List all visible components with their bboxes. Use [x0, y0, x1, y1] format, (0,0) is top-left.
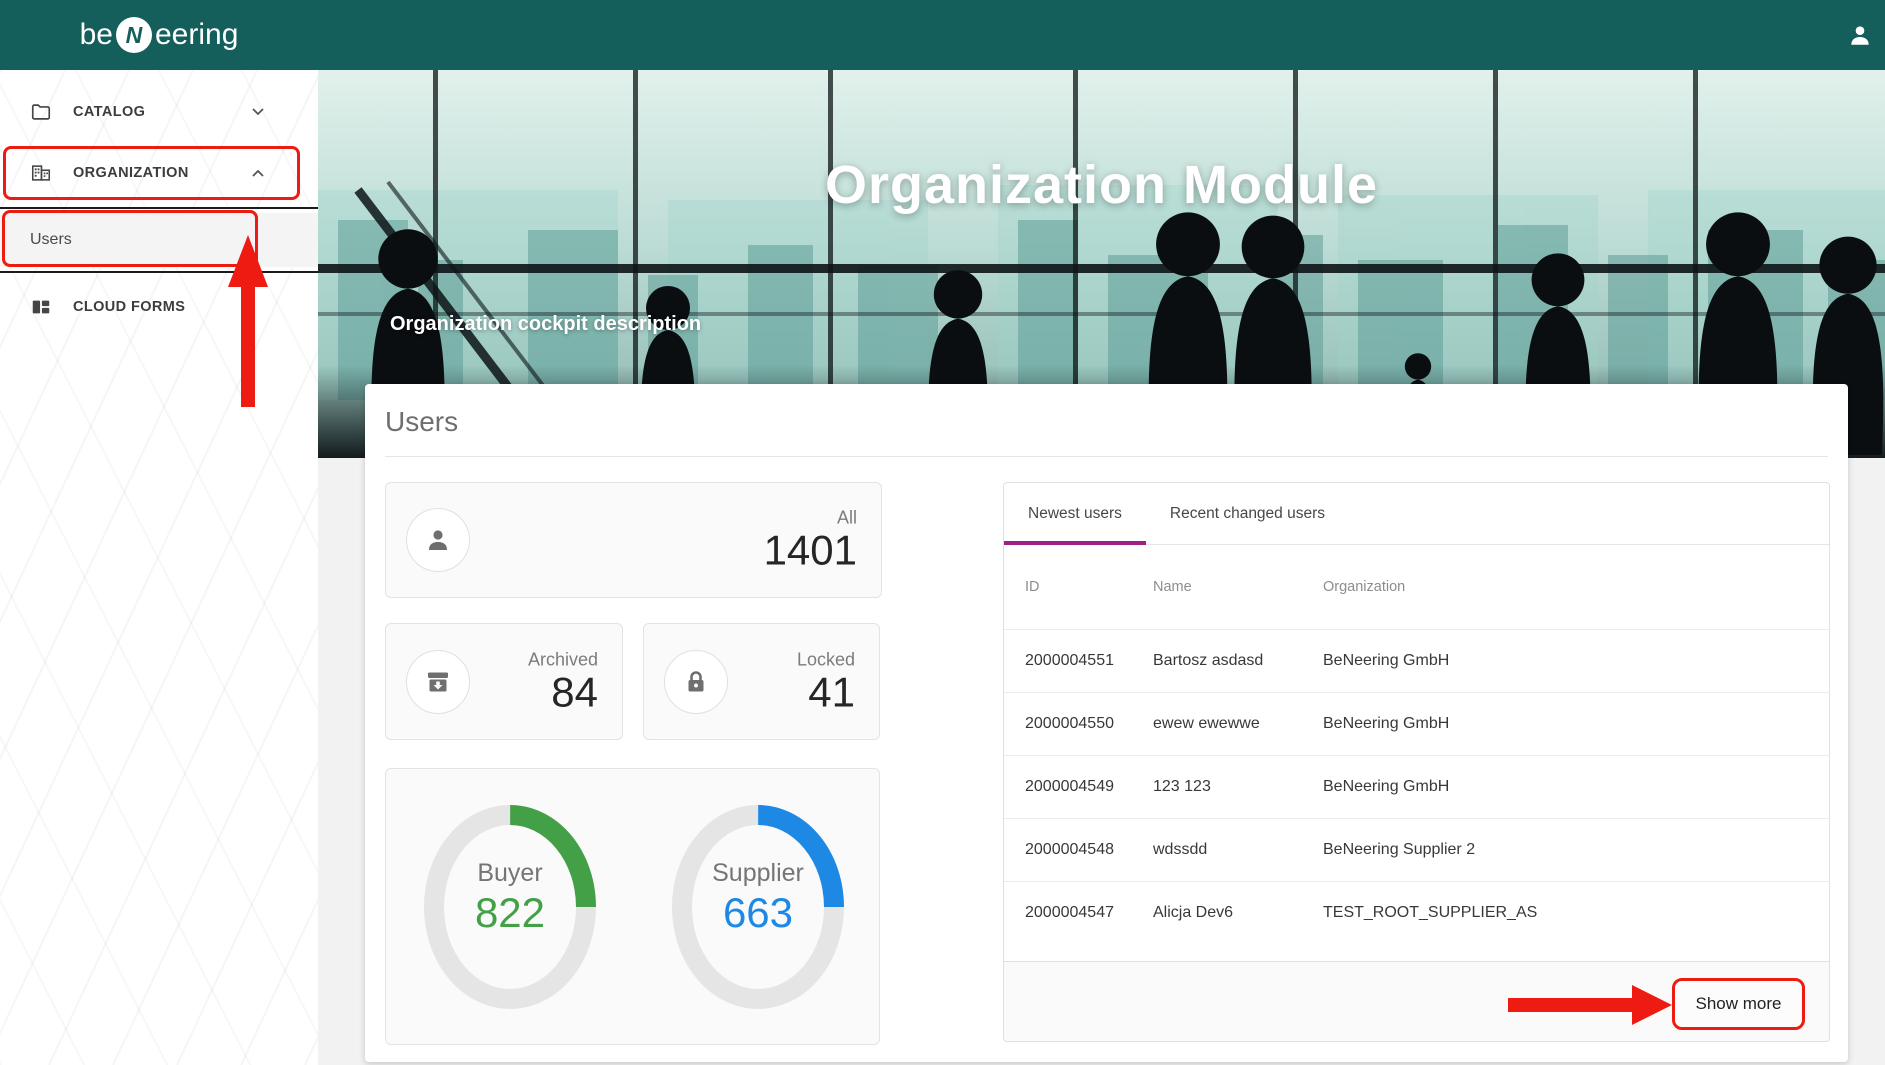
- person-icon: [406, 508, 470, 572]
- donut-label: Buyer: [410, 859, 610, 888]
- buyer-donut-chart: Buyer 822: [410, 797, 610, 1017]
- sidebar-item-cloud-forms[interactable]: CLOUD FORMS: [0, 285, 318, 329]
- supplier-donut-chart: Supplier 663: [658, 797, 858, 1017]
- column-header-organization: Organization: [1323, 579, 1829, 595]
- archive-icon: [406, 650, 470, 714]
- stat-value: 1401: [764, 528, 857, 572]
- donut-value: 822: [410, 889, 610, 937]
- cell-id: 2000004551: [1004, 652, 1153, 670]
- lock-icon: [664, 650, 728, 714]
- stat-label: Locked: [797, 649, 855, 670]
- cell-name: Alicja Dev6: [1153, 904, 1323, 922]
- stat-label: All: [764, 507, 857, 528]
- annotation-line-bottom: [0, 271, 318, 273]
- table-row[interactable]: 2000004551 Bartosz asdasd BeNeering GmbH: [1004, 629, 1829, 692]
- annotation-line-top: [0, 207, 318, 209]
- cell-organization: BeNeering GmbH: [1323, 778, 1829, 796]
- users-panel: Users All 1401 Archived 84: [365, 384, 1848, 1062]
- role-donut-charts-card: Buyer 822 Supplier 663: [385, 768, 880, 1045]
- cell-id: 2000004548: [1004, 841, 1153, 859]
- sidebar-item-label: CATALOG: [73, 104, 145, 120]
- cell-id: 2000004547: [1004, 904, 1153, 922]
- panel-divider: [385, 456, 1828, 457]
- show-more-button[interactable]: Show more: [1672, 978, 1805, 1030]
- logo-text-post: eering: [155, 18, 238, 52]
- tab-recent-changed-users[interactable]: Recent changed users: [1146, 483, 1349, 544]
- sidebar-item-label: ORGANIZATION: [73, 165, 189, 181]
- tab-newest-users[interactable]: Newest users: [1004, 483, 1146, 544]
- cell-organization: BeNeering Supplier 2: [1323, 841, 1829, 859]
- cell-id: 2000004550: [1004, 715, 1153, 733]
- beneering-logo[interactable]: be N eering: [0, 0, 318, 70]
- cell-name: 123 123: [1153, 778, 1323, 796]
- table-row[interactable]: 2000004549 123 123 BeNeering GmbH: [1004, 755, 1829, 818]
- cell-name: ewew ewewwe: [1153, 715, 1323, 733]
- cloud-forms-icon: [30, 296, 52, 318]
- cell-organization: BeNeering GmbH: [1323, 715, 1829, 733]
- table-header: ID Name Organization: [1004, 545, 1829, 629]
- hero-title: Organization Module: [318, 154, 1885, 216]
- table-row[interactable]: 2000004548 wdssdd BeNeering Supplier 2: [1004, 818, 1829, 881]
- donut-label: Supplier: [658, 859, 858, 888]
- users-table-panel: Newest users Recent changed users ID Nam…: [1003, 482, 1830, 1042]
- sidebar-item-label: Users: [30, 231, 72, 249]
- stat-value: 41: [797, 670, 855, 714]
- organization-building-icon: [30, 162, 52, 184]
- stat-card-locked: Locked 41: [643, 623, 880, 740]
- tab-bar: Newest users Recent changed users: [1004, 483, 1829, 545]
- logo-text-pre: be: [80, 18, 113, 52]
- cell-name: wdssdd: [1153, 841, 1323, 859]
- sidebar-item-catalog[interactable]: CATALOG: [0, 90, 318, 134]
- cell-organization: BeNeering GmbH: [1323, 652, 1829, 670]
- folder-icon: [30, 101, 52, 123]
- column-header-id: ID: [1004, 579, 1153, 595]
- panel-title: Users: [385, 406, 458, 438]
- cell-organization: TEST_ROOT_SUPPLIER_AS: [1323, 904, 1829, 922]
- stat-card-all: All 1401: [385, 482, 882, 598]
- sidebar-item-organization[interactable]: ORGANIZATION: [0, 151, 318, 195]
- sidebar-nav: CATALOG ORGANIZATION: [0, 70, 318, 1065]
- app-bar: be N eering: [0, 0, 1885, 70]
- chevron-up-icon: [252, 164, 264, 182]
- donut-value: 663: [658, 889, 858, 937]
- cell-id: 2000004549: [1004, 778, 1153, 796]
- sidebar-item-label: CLOUD FORMS: [73, 299, 185, 315]
- chevron-down-icon: [252, 103, 264, 121]
- table-row[interactable]: 2000004547 Alicja Dev6 TEST_ROOT_SUPPLIE…: [1004, 881, 1829, 944]
- account-icon[interactable]: [1847, 22, 1873, 48]
- sidebar-item-users[interactable]: Users: [0, 213, 318, 267]
- annotation-arrow-up: [228, 235, 268, 407]
- stat-card-archived: Archived 84: [385, 623, 623, 740]
- table-row[interactable]: 2000004550 ewew ewewwe BeNeering GmbH: [1004, 692, 1829, 755]
- hero-subtitle: Organization cockpit description: [390, 313, 701, 336]
- show-more-label: Show more: [1696, 994, 1782, 1014]
- column-header-name: Name: [1153, 579, 1323, 595]
- stat-label: Archived: [528, 649, 598, 670]
- logo-n-icon: N: [116, 17, 152, 53]
- annotation-arrow-right: [1508, 985, 1672, 1025]
- stat-value: 84: [528, 670, 598, 714]
- cell-name: Bartosz asdasd: [1153, 652, 1323, 670]
